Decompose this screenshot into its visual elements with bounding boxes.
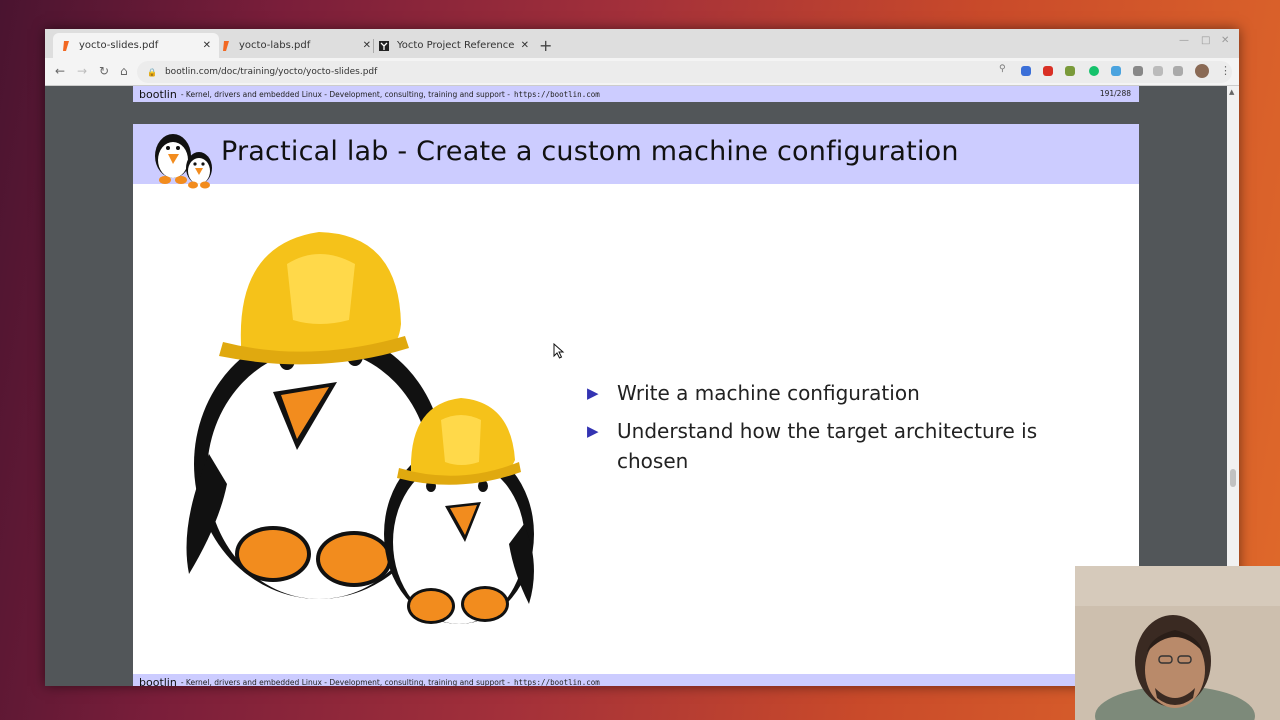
new-tab-button[interactable]: +	[539, 36, 552, 55]
page-footer-strip: bootlin - Kernel, drivers and embedded L…	[133, 86, 1139, 102]
strip-url[interactable]: https://bootlin.com	[514, 678, 600, 687]
tab-yocto-slides[interactable]: yocto-slides.pdf ✕	[53, 33, 219, 58]
bullet-triangle-icon: ▶	[587, 384, 599, 402]
close-tab-icon[interactable]: ✕	[521, 40, 529, 51]
slide-page: Practical lab - Create a custom machine …	[133, 124, 1139, 686]
strip-url[interactable]: https://bootlin.com	[514, 90, 600, 99]
extension-dot-icon[interactable]	[1173, 66, 1183, 76]
page-number: 191/288	[1099, 89, 1131, 98]
webcam-overlay	[1075, 566, 1280, 720]
close-tab-icon[interactable]: ✕	[363, 40, 371, 51]
menu-kebab-icon[interactable]: ⋮	[1220, 64, 1231, 77]
pdf-file-icon	[223, 40, 229, 51]
extension-red-icon[interactable]	[1043, 66, 1053, 76]
zoom-icon[interactable]: ⚲	[999, 64, 1009, 74]
maximize-icon[interactable]: □	[1201, 35, 1210, 46]
grammarly-icon[interactable]	[1089, 66, 1099, 76]
address-text: bootlin.com/doc/training/yocto/yocto-sli…	[164, 67, 378, 77]
pdf-viewer[interactable]: bootlin - Kernel, drivers and embedded L…	[45, 86, 1227, 686]
tab-yocto-reference[interactable]: Yocto Project Reference M ✕	[371, 33, 537, 58]
bullet-text: Write a machine configuration	[617, 381, 920, 405]
minimize-icon[interactable]: —	[1179, 35, 1189, 46]
scroll-thumb[interactable]	[1230, 469, 1236, 487]
penguin-logo-icon	[155, 134, 212, 189]
extension-puzzle-icon[interactable]	[1153, 66, 1163, 76]
bullet-text: Understand how the target architecture i…	[617, 419, 1038, 473]
close-window-icon[interactable]: ✕	[1221, 35, 1229, 46]
penguins-hardhat-illustration	[186, 232, 534, 624]
tab-title: yocto-slides.pdf	[79, 40, 159, 51]
scroll-up-arrow-icon[interactable]: ▲	[1229, 88, 1234, 96]
lock-icon: 🔒	[147, 67, 157, 77]
list-item: ▶ Write a machine configuration	[587, 378, 1067, 408]
browser-toolbar: ← → ↻ ⌂ 🔒 bootlin.com/doc/training/yocto…	[45, 58, 1239, 86]
slide-header: Practical lab - Create a custom machine …	[133, 124, 1139, 189]
list-item: ▶ Understand how the target architecture…	[587, 416, 1067, 476]
tab-strip: yocto-slides.pdf ✕ yocto-labs.pdf ✕ Yoct…	[45, 29, 1239, 58]
yocto-logo-icon	[379, 40, 389, 51]
extension-gray-icon[interactable]	[1133, 66, 1143, 76]
profile-avatar[interactable]	[1195, 64, 1209, 78]
bootlin-logo: bootlin	[139, 87, 177, 101]
presenter-video	[1075, 566, 1280, 720]
reload-icon[interactable]: ↻	[99, 64, 109, 78]
home-icon[interactable]: ⌂	[120, 64, 128, 78]
back-arrow-icon[interactable]: ←	[55, 64, 65, 78]
tab-yocto-labs[interactable]: yocto-labs.pdf ✕	[213, 33, 379, 58]
tab-title: yocto-labs.pdf	[239, 40, 311, 51]
slide-title: Practical lab - Create a custom machine …	[221, 136, 959, 167]
bullet-list: ▶ Write a machine configuration ▶ Unders…	[587, 378, 1067, 484]
forward-arrow-icon[interactable]: →	[77, 64, 87, 78]
close-tab-icon[interactable]: ✕	[203, 40, 211, 51]
extension-cloud-icon[interactable]	[1111, 66, 1121, 76]
mouse-cursor-icon	[553, 343, 565, 359]
extension-green-icon[interactable]	[1065, 66, 1075, 76]
strip-tagline: - Kernel, drivers and embedded Linux - D…	[180, 89, 510, 99]
pdf-file-icon	[63, 40, 69, 51]
bullet-triangle-icon: ▶	[587, 422, 599, 440]
next-page-footer-strip: bootlin - Kernel, drivers and embedded L…	[133, 674, 1139, 686]
extension-blue-icon[interactable]	[1021, 66, 1031, 76]
strip-tagline: - Kernel, drivers and embedded Linux - D…	[180, 677, 510, 687]
bootlin-logo: bootlin	[139, 675, 177, 687]
tab-title: Yocto Project Reference M	[397, 40, 517, 51]
browser-window: yocto-slides.pdf ✕ yocto-labs.pdf ✕ Yoct…	[45, 29, 1239, 686]
